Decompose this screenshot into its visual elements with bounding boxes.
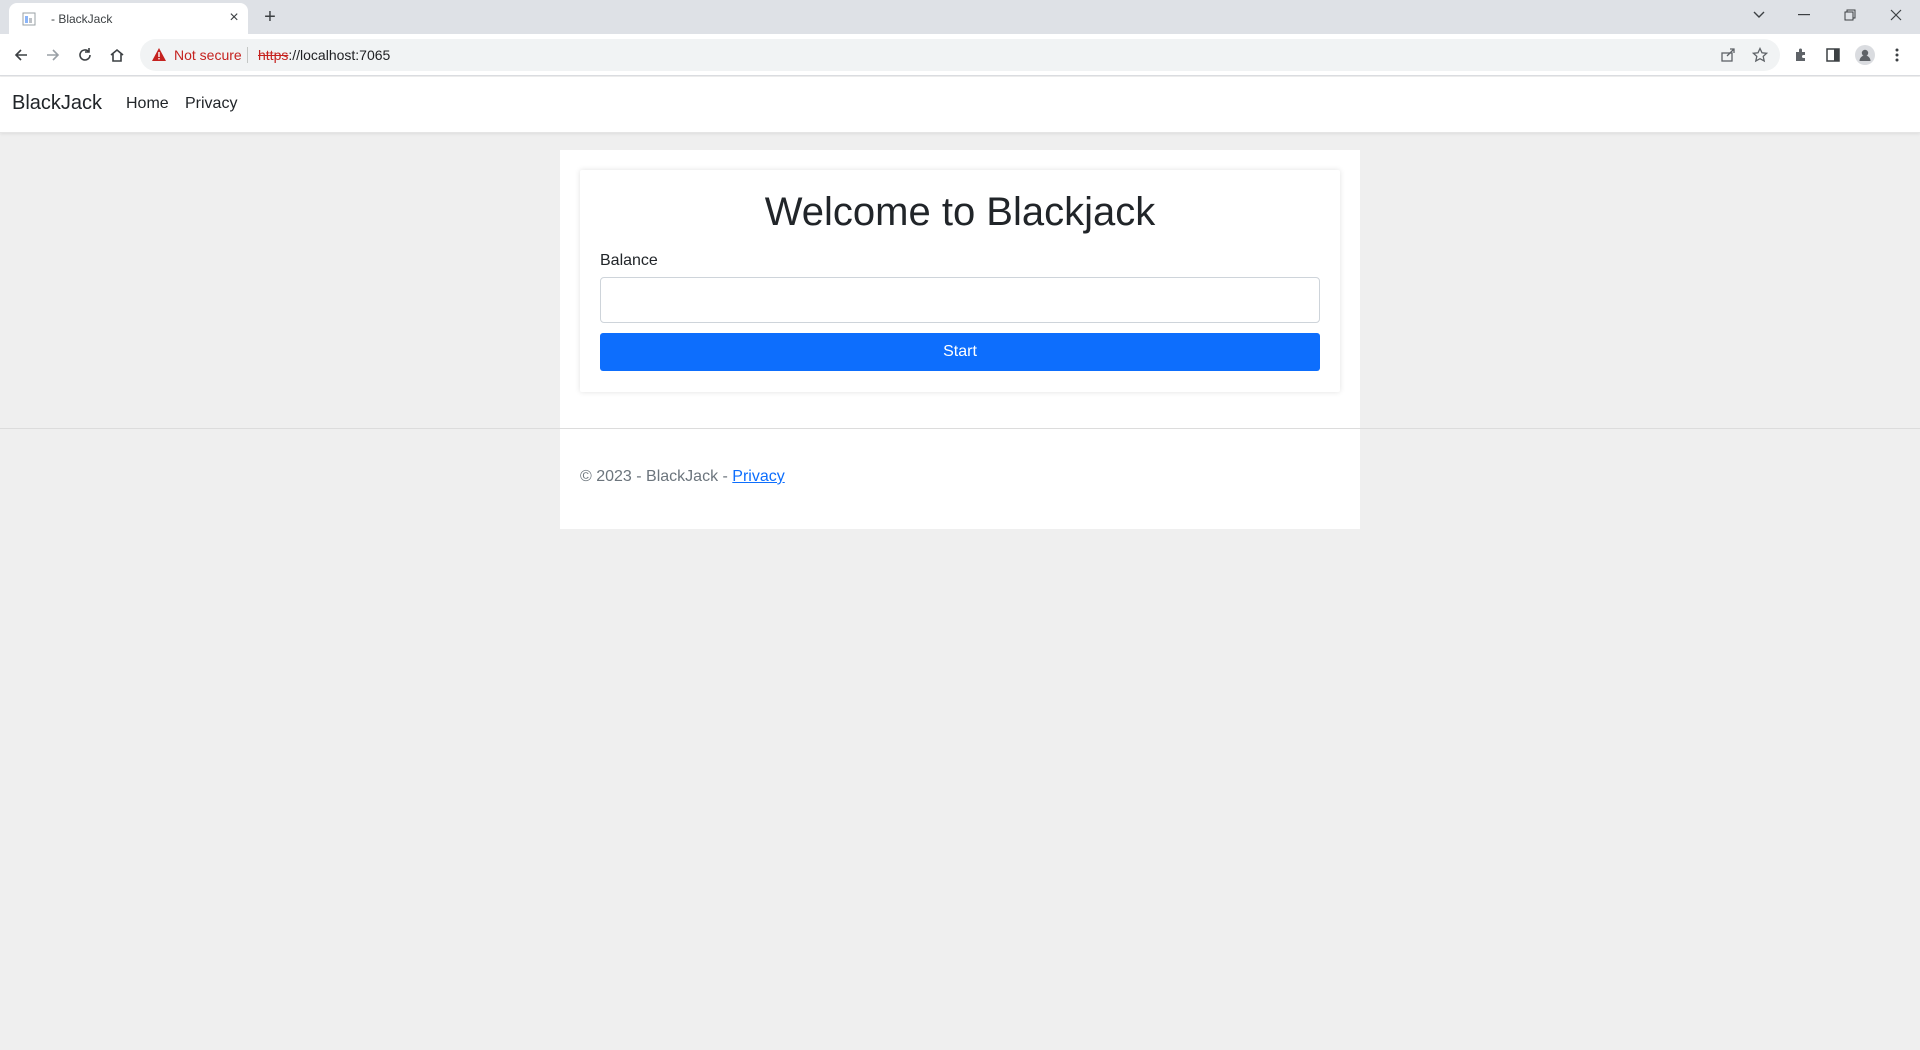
footer-privacy-link[interactable]: Privacy [732,468,784,485]
navbar-brand[interactable]: BlackJack [12,92,102,115]
side-panel-icon[interactable] [1820,42,1846,68]
home-icon[interactable] [104,42,130,68]
site-navbar: BlackJack Home Privacy [0,77,1920,133]
restore-icon[interactable] [1827,0,1873,30]
tab-strip: - BlackJack × + [0,0,1920,34]
warning-icon[interactable] [152,48,166,66]
balance-input[interactable] [600,277,1320,323]
reload-icon[interactable] [72,42,98,68]
new-tab-icon[interactable]: + [259,6,281,28]
minimize-icon[interactable] [1781,0,1827,30]
bookmark-star-icon[interactable] [1751,46,1769,64]
nav-link-home[interactable]: Home [126,95,169,113]
profile-avatar-icon[interactable] [1852,42,1878,68]
close-window-icon[interactable] [1873,0,1919,30]
forward-icon[interactable] [40,42,66,68]
nav-link-privacy[interactable]: Privacy [185,95,237,113]
not-secure-label[interactable]: Not secure [174,47,242,63]
start-game-card: Welcome to Blackjack Balance Start [580,170,1340,392]
page-title: Welcome to Blackjack [764,190,1156,234]
url-scheme: https [258,47,289,63]
footer-divider [0,428,1920,429]
browser-menu-icon[interactable] [1884,42,1910,68]
share-icon[interactable] [1719,46,1737,64]
back-icon[interactable] [8,42,34,68]
url-text[interactable]: https://localhost:7065 [258,47,390,63]
tab-title: - BlackJack [51,12,113,26]
browser-tab[interactable]: - BlackJack × [9,3,248,34]
omnibox-divider [247,47,248,63]
tab-search-icon[interactable] [1736,0,1782,30]
tab-close-icon[interactable]: × [225,9,243,27]
extensions-icon[interactable] [1788,42,1814,68]
footer: © 2023 - BlackJack - Privacy [580,468,785,486]
footer-copyright: © 2023 - BlackJack - [580,468,733,485]
balance-label: Balance [600,252,658,269]
browser-toolbar: Not secure https://localhost:7065 [0,34,1920,76]
page-favicon-icon [22,12,36,26]
url-host: ://localhost:7065 [288,47,391,63]
address-bar[interactable]: Not secure https://localhost:7065 [140,39,1780,71]
start-button[interactable]: Start [600,333,1320,371]
